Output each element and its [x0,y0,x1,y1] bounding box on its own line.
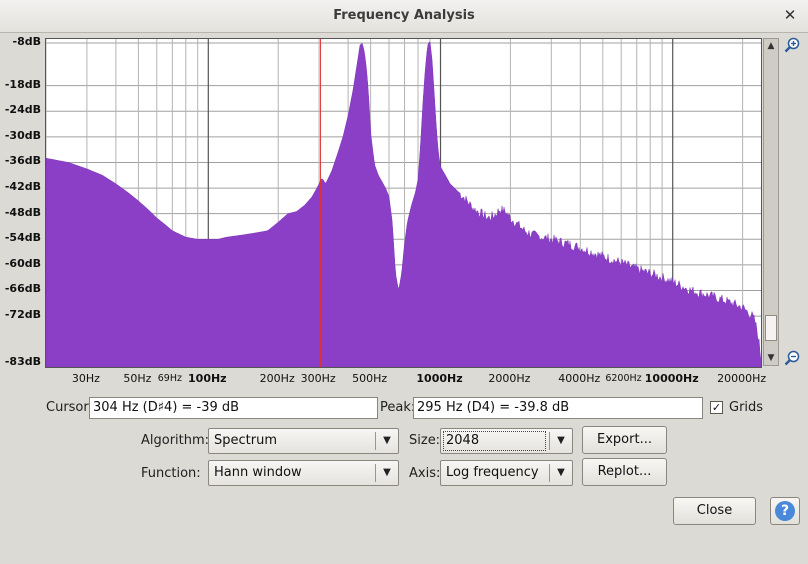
x-tick-label: 30Hz [71,372,100,385]
y-tick-label: -60dB [4,256,41,270]
chevron-down-icon: ▼ [557,435,565,446]
algorithm-dropdown[interactable]: Spectrum ▼ [208,428,399,454]
function-label: Function: [141,466,201,481]
axis-label: Axis: [409,466,441,481]
x-tick-label: 300Hz [300,372,336,385]
axis-value: Log frequency [446,465,539,480]
algorithm-value: Spectrum [214,433,277,448]
algorithm-label: Algorithm: [141,433,210,448]
grids-label: Grids [729,400,764,415]
y-tick-label: -24dB [4,103,41,117]
size-value: 2048 [446,433,480,448]
y-tick-label: -36dB [4,154,41,168]
replot-button[interactable]: Replot... [582,458,667,486]
cursor-label: Cursor: [46,400,93,415]
y-tick-label: -83dB [4,355,41,368]
y-tick-label: -8dB [12,35,41,48]
x-tick-label: 50Hz [123,372,152,385]
x-tick-label: 100Hz [188,372,227,385]
help-button[interactable]: ? [770,497,800,525]
combo-separator [549,432,550,450]
cursor-readout-field[interactable]: 304 Hz (D♯4) = -39 dB [89,397,378,419]
x-tick-label: 500Hz [352,372,388,385]
spectrum-chart [46,39,761,367]
spectrum-area [46,41,761,367]
scroll-up-arrow-icon[interactable]: ▲ [764,40,778,52]
y-tick-label: -42dB [4,180,41,194]
chevron-down-icon: ▼ [557,467,565,478]
x-tick-label: 10000Hz [644,372,699,385]
y-tick-label: -48dB [4,205,41,219]
x-tick-label: 6200Hz [605,373,642,384]
combo-separator [375,464,376,482]
peak-readout-field[interactable]: 295 Hz (D4) = -39.8 dB [413,397,703,419]
x-tick-label: 200Hz [259,372,295,385]
y-tick-label: -66dB [4,282,41,296]
x-tick-label: 69Hz [157,373,182,384]
export-button[interactable]: Export... [582,426,667,454]
chevron-down-icon: ▼ [383,435,391,446]
y-tick-label: -18dB [4,77,41,91]
x-tick-label: 2000Hz [488,372,531,385]
y-tick-label: -30dB [4,128,41,142]
x-tick-label: 1000Hz [416,372,463,385]
function-value: Hann window [214,465,302,480]
x-tick-label: 20000Hz [717,372,767,385]
y-tick-label: -54dB [4,231,41,245]
close-button[interactable]: Close [673,497,756,525]
chevron-down-icon: ▼ [383,467,391,478]
grids-checkbox[interactable]: ✓ [710,401,723,414]
zoom-out-icon[interactable] [784,350,800,366]
size-label: Size: [409,433,441,448]
scroll-down-arrow-icon[interactable]: ▼ [764,352,778,364]
axis-dropdown[interactable]: Log frequency ▼ [440,460,573,486]
title-bar: Frequency Analysis ✕ [0,0,808,33]
spectrum-plot[interactable] [45,38,762,368]
combo-separator [375,432,376,450]
size-dropdown[interactable]: 2048 ▼ [440,428,573,454]
scrollbar-thumb[interactable] [765,315,777,341]
vertical-scrollbar[interactable]: ▲ ▼ [763,38,779,366]
window-close-button[interactable]: ✕ [782,6,798,24]
zoom-in-icon[interactable] [784,37,800,53]
x-tick-label: 4000Hz [558,372,601,385]
function-dropdown[interactable]: Hann window ▼ [208,460,399,486]
help-icon: ? [775,501,795,521]
y-tick-label: -72dB [4,308,41,322]
peak-label: Peak: [380,400,416,415]
window-title: Frequency Analysis [333,8,475,23]
combo-separator [549,464,550,482]
